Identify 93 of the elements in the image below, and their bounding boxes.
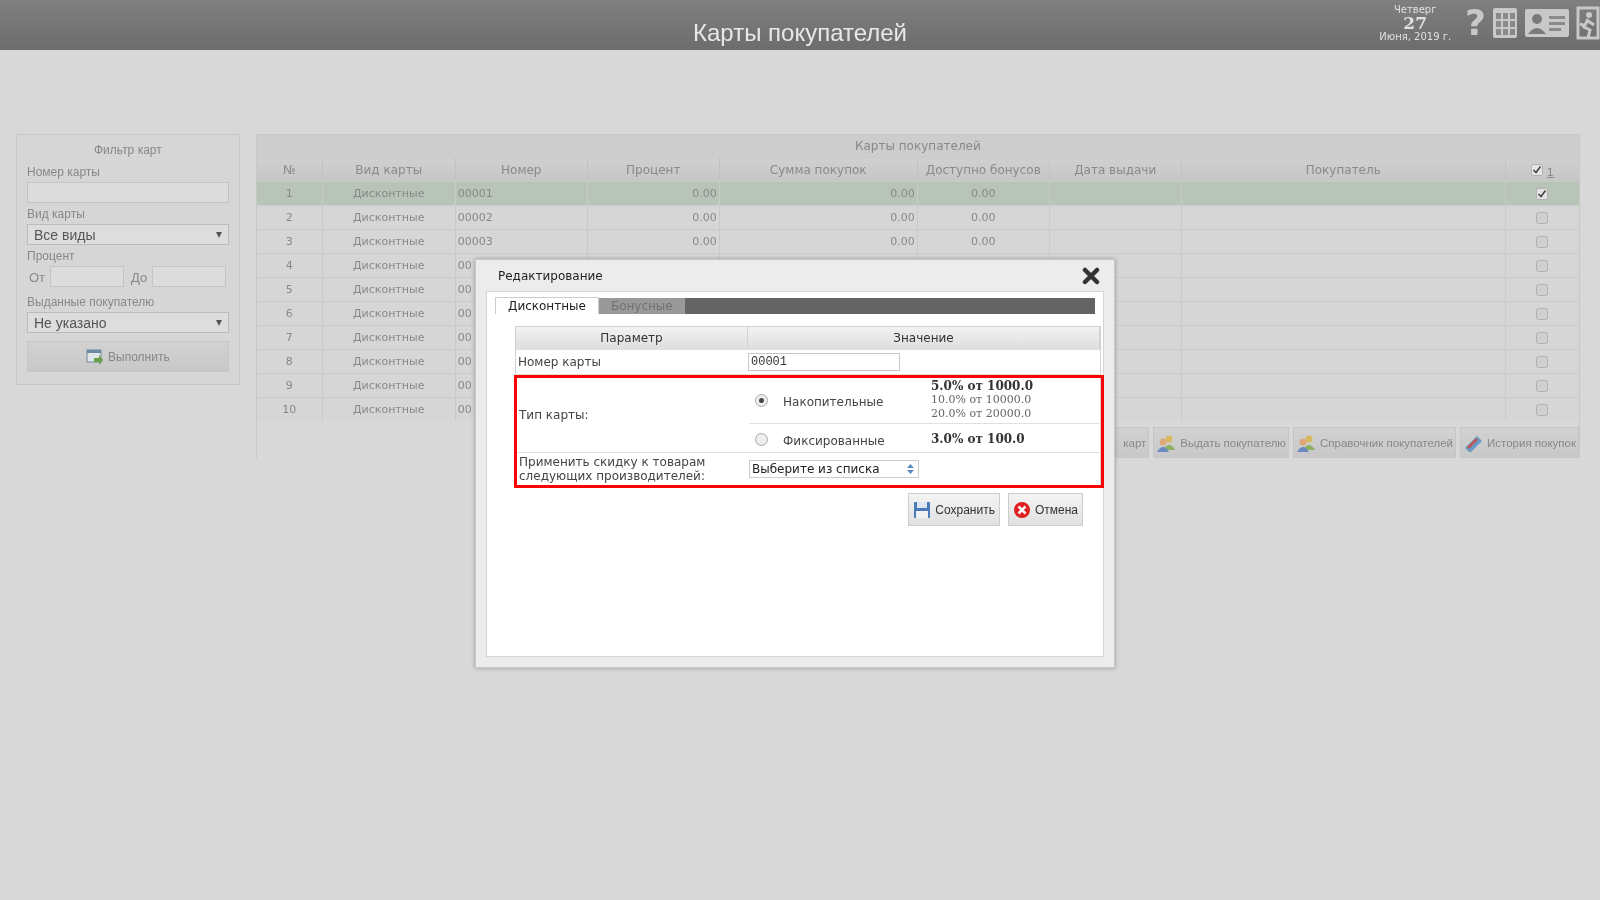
action-button[interactable]: Выдать покупателю	[1153, 427, 1289, 458]
close-icon[interactable]	[1082, 266, 1100, 285]
row-checkbox[interactable]	[1536, 235, 1549, 248]
month-year-text: Июня, 2019 г.	[1379, 31, 1452, 42]
column-header: Параметр	[516, 327, 748, 349]
id-card-icon[interactable]	[1524, 7, 1570, 39]
card-type-label[interactable]: Накопительные	[783, 391, 931, 409]
card-icon	[1463, 433, 1483, 452]
table-row[interactable]: 1 Дисконтные 00001 0.00 0.00 0.00	[256, 181, 1579, 205]
table-cell: 9	[256, 374, 323, 397]
discount-tier-text: 5.0% от 1000.0	[931, 379, 1034, 393]
table-cell: 7	[256, 326, 323, 349]
table-cell: 5	[256, 278, 323, 301]
radio-button[interactable]	[755, 393, 768, 407]
table-cell: 2	[256, 206, 323, 229]
page-title: Карты покупателей	[693, 19, 907, 48]
row-checkbox[interactable]	[1536, 307, 1549, 320]
table-cell: 00001	[455, 182, 588, 205]
action-button[interactable]: История покупок	[1460, 427, 1579, 458]
card-type-label[interactable]: Фиксированные	[783, 430, 931, 448]
table-cell: Дисконтные	[322, 254, 456, 277]
discount-tier-text: 20.0% от 20000.0	[931, 407, 1033, 421]
percent-from-field[interactable]	[50, 266, 125, 287]
table-cell: Дисконтные	[322, 326, 456, 349]
table-cell: Дисконтные	[322, 278, 456, 301]
table-cell: 1	[256, 182, 323, 205]
to-label: До	[131, 270, 148, 285]
people-icon	[1296, 433, 1316, 452]
day-number: 27	[1403, 14, 1427, 32]
table-cell: 00003	[455, 230, 588, 253]
cancel-button[interactable]: Отмена	[1007, 493, 1083, 526]
table-row[interactable]: 3 Дисконтные 00003 0.00 0.00 0.00	[256, 229, 1579, 253]
table-title: Карты покупателей	[256, 135, 1579, 157]
radio-button[interactable]	[755, 432, 768, 446]
calculator-icon[interactable]	[1492, 7, 1518, 39]
table-cell: Дисконтные	[322, 302, 456, 325]
row-checkbox[interactable]	[1536, 403, 1549, 416]
discount-tier-text: 10.0% от 10000.0	[931, 393, 1033, 407]
parameter-label: Применить скидку к товарам следующих производителей:	[519, 455, 707, 483]
table-cell: 0.00	[587, 206, 720, 229]
run-button[interactable]: Выполнить	[27, 341, 229, 372]
spinner-arrows-icon	[907, 464, 914, 474]
table-cell: 6	[256, 302, 323, 325]
percent-to-field[interactable]	[152, 266, 227, 287]
table-cell: Дисконтные	[322, 182, 456, 205]
field-label: Процент	[27, 249, 76, 263]
table-cell: Дисконтные	[322, 206, 456, 229]
save-button[interactable]: Сохранить	[908, 493, 1000, 526]
row-checkbox[interactable]	[1536, 355, 1549, 368]
table-cell: 0.00	[719, 206, 918, 229]
select-all-checkbox[interactable]	[1530, 163, 1543, 176]
field-label: Выданные покупателю	[27, 295, 156, 309]
tab[interactable]: Дисконтные	[495, 297, 599, 314]
from-label: От	[29, 270, 46, 285]
card-number-field[interactable]	[27, 182, 229, 203]
help-button[interactable]: ?	[1465, 5, 1486, 41]
issued-dropdown[interactable]: Не указано	[27, 312, 229, 333]
cancel-icon	[1012, 500, 1031, 519]
table-cell: Дисконтные	[322, 374, 456, 397]
table-cell: 0.00	[719, 182, 918, 205]
row-checkbox[interactable]	[1536, 331, 1549, 344]
table-cell: 0.00	[719, 230, 918, 253]
checked-count-link[interactable]: 1	[1546, 166, 1554, 179]
table-cell: 3	[256, 230, 323, 253]
table-cell: 0.00	[917, 230, 1050, 253]
row-checkbox[interactable]	[1536, 283, 1549, 296]
row-checkbox[interactable]	[1536, 211, 1549, 224]
table-cell: Дисконтные	[322, 230, 456, 253]
manufacturers-dropdown[interactable]: Выберите из списка	[749, 460, 919, 478]
table-row[interactable]: 2 Дисконтные 00002 0.00 0.00 0.00	[256, 205, 1579, 229]
column-header: Значение	[748, 327, 1100, 349]
card-number-field[interactable]: 00001	[748, 353, 900, 371]
parameter-label: Тип карты:	[519, 408, 589, 422]
row-checkbox[interactable]	[1536, 379, 1549, 392]
table-cell: Дисконтные	[322, 350, 456, 373]
table-cell: 0.00	[917, 182, 1050, 205]
card-kind-dropdown[interactable]: Все виды	[27, 224, 229, 245]
table-cell: 0.00	[587, 182, 720, 205]
people-icon	[1156, 433, 1177, 452]
table-cell: 4	[256, 254, 323, 277]
table-cell: 00002	[455, 206, 588, 229]
weekday-text: Четверг	[1393, 4, 1437, 15]
row-checkbox[interactable]	[1536, 259, 1549, 272]
discount-tier-text: 3.0% от 100.0	[931, 432, 1026, 446]
table-cell: 0.00	[917, 206, 1050, 229]
field-label: Вид карты	[27, 207, 86, 221]
row-checkbox[interactable]	[1536, 187, 1549, 200]
action-button[interactable]: Справочник покупателей	[1293, 427, 1456, 458]
table-cell: 8	[256, 350, 323, 373]
table-cell: 0.00	[587, 230, 720, 253]
exit-icon[interactable]	[1576, 6, 1600, 40]
field-label: Номер карты	[27, 165, 101, 179]
filter-title: Фильтр карт	[93, 143, 163, 157]
